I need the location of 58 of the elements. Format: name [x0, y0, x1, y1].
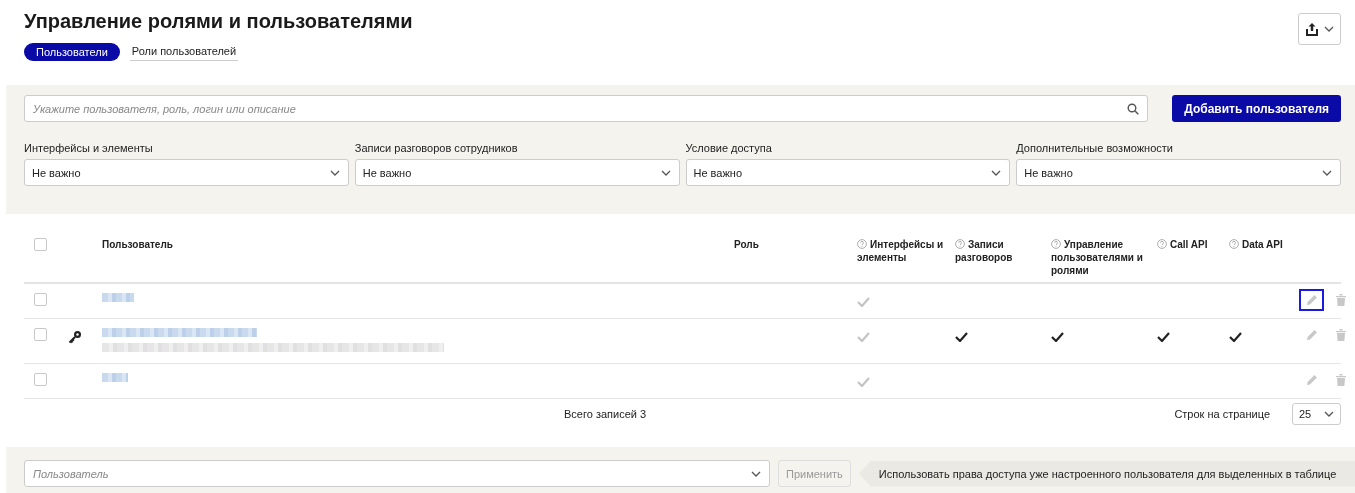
column-header: Управление пользователями и ролями: [1051, 238, 1144, 278]
column-header: Call API: [1157, 238, 1223, 252]
filter-select[interactable]: Не важно: [1016, 159, 1341, 187]
filter-label: Интерфейсы и элементы: [24, 142, 154, 155]
filter-label: Записи разговоров сотрудников: [354, 142, 519, 155]
checkmark-icon: [857, 377, 870, 388]
chevron-down-icon: [1322, 169, 1332, 176]
checkmark-icon: [857, 297, 870, 308]
column-header: Data API: [1229, 238, 1293, 252]
help-icon[interactable]: [1229, 239, 1239, 250]
trash-icon: [1335, 329, 1346, 342]
row-checkbox[interactable]: [34, 328, 47, 342]
export-button[interactable]: [1298, 13, 1341, 45]
column-header: Пользователь: [102, 238, 174, 252]
checkmark-icon: [1157, 332, 1170, 343]
pencil-icon: [1305, 294, 1318, 307]
chevron-down-icon: [991, 169, 1002, 176]
select-all-checkbox[interactable]: [34, 238, 47, 252]
checkmark-icon: [1051, 332, 1064, 343]
rows-per-page-select[interactable]: 25: [1292, 402, 1341, 425]
rows-per-page-label: Строк на странице: [1174, 407, 1270, 420]
chevron-down-icon: [751, 470, 761, 477]
column-header: Записи разговоров: [955, 238, 1014, 265]
search-field[interactable]: Укажите пользователя, роль, логин или описание: [24, 95, 1149, 123]
chevron-down-icon: [329, 169, 340, 176]
filter-select[interactable]: Не важно: [685, 159, 1011, 187]
search-icon: [1127, 102, 1140, 115]
apply-hint: Использовать права доступа уже настроенного пользователя для выделенных в таблице: [858, 460, 1355, 487]
help-icon[interactable]: [955, 239, 965, 250]
trash-icon: [1335, 294, 1346, 307]
edit-button[interactable]: [1299, 289, 1324, 312]
filter-select[interactable]: Не важно: [24, 159, 349, 187]
tab[interactable]: Роли пользователей: [129, 42, 239, 61]
checkmark-icon: [955, 332, 968, 343]
tab[interactable]: Пользователи: [24, 42, 120, 61]
help-icon[interactable]: [1157, 239, 1167, 250]
filter-select[interactable]: Не важно: [354, 159, 680, 187]
upload-icon: [1305, 22, 1318, 36]
column-header: Интерфейсы и элементы: [857, 238, 945, 265]
row-checkbox[interactable]: [34, 373, 47, 387]
pencil-icon: [1305, 374, 1318, 387]
trash-icon: [1335, 374, 1346, 387]
chevron-down-icon: [660, 169, 671, 176]
checkmark-icon: [857, 332, 870, 343]
checkmark-icon: [1229, 332, 1242, 343]
filter-label: Дополнительные возможности: [1016, 142, 1174, 155]
filter-label: Условие доступа: [685, 142, 773, 155]
row-checkbox[interactable]: [34, 293, 47, 307]
help-icon[interactable]: [857, 239, 867, 250]
user-select[interactable]: Пользователь: [24, 460, 770, 487]
chevron-down-icon: [1323, 26, 1334, 32]
column-header: Роль: [734, 238, 760, 252]
add-user-button[interactable]: Добавить пользователя: [1172, 95, 1341, 123]
pencil-icon: [1305, 329, 1318, 342]
page-title: Управление ролями и пользователями: [24, 10, 413, 33]
help-icon[interactable]: [1051, 239, 1061, 250]
total-records: Всего записей 3: [564, 407, 648, 420]
chevron-down-icon: [1324, 410, 1334, 417]
